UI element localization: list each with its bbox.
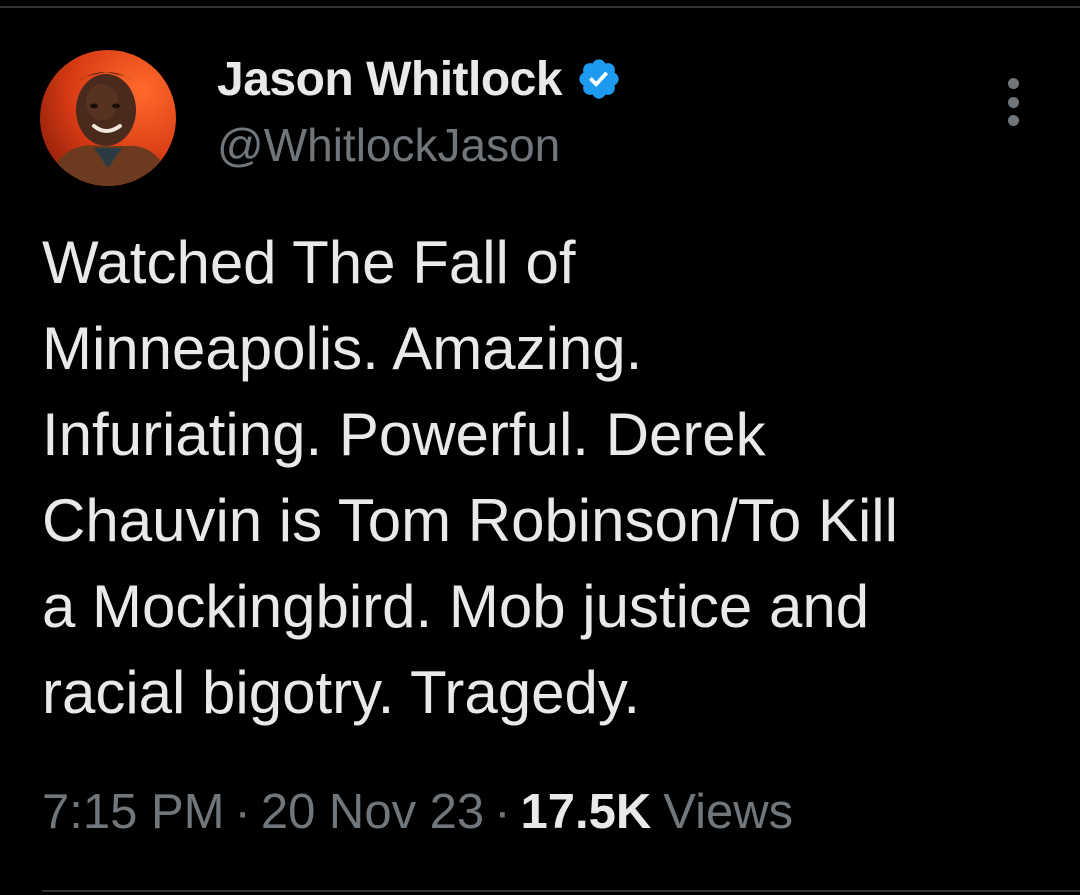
avatar[interactable] — [40, 50, 176, 186]
more-vertical-icon-dot-2 — [1007, 96, 1019, 108]
meta-separator: · — [234, 785, 251, 839]
views-label: Views — [663, 785, 794, 839]
more-vertical-icon — [1007, 78, 1019, 89]
avatar-image — [40, 50, 176, 186]
tweet-text: Watched The Fall of Minneapolis. Amazing… — [42, 229, 898, 726]
tweet-meta: 7:15 PM · 20 Nov 23 · 17.5K Views — [42, 784, 793, 840]
author-display-name[interactable]: Jason Whitlock — [217, 52, 563, 107]
meta-separator: · — [494, 785, 511, 839]
more-options-button[interactable] — [996, 78, 1030, 126]
verified-badge-icon — [576, 56, 622, 102]
more-vertical-icon-dot-3 — [1007, 115, 1019, 126]
bottom-divider — [42, 890, 1080, 892]
tweet-date[interactable]: 20 Nov 23 — [261, 784, 484, 840]
top-divider — [0, 6, 1080, 8]
author-handle[interactable]: @WhitlockJason — [217, 118, 622, 172]
views-count[interactable]: 17.5K — [521, 784, 652, 840]
author-name-row: Jason Whitlock — [217, 48, 622, 110]
tweet-time[interactable]: 7:15 PM — [42, 784, 224, 840]
tweet-author: Jason Whitlock @WhitlockJason — [217, 48, 622, 172]
